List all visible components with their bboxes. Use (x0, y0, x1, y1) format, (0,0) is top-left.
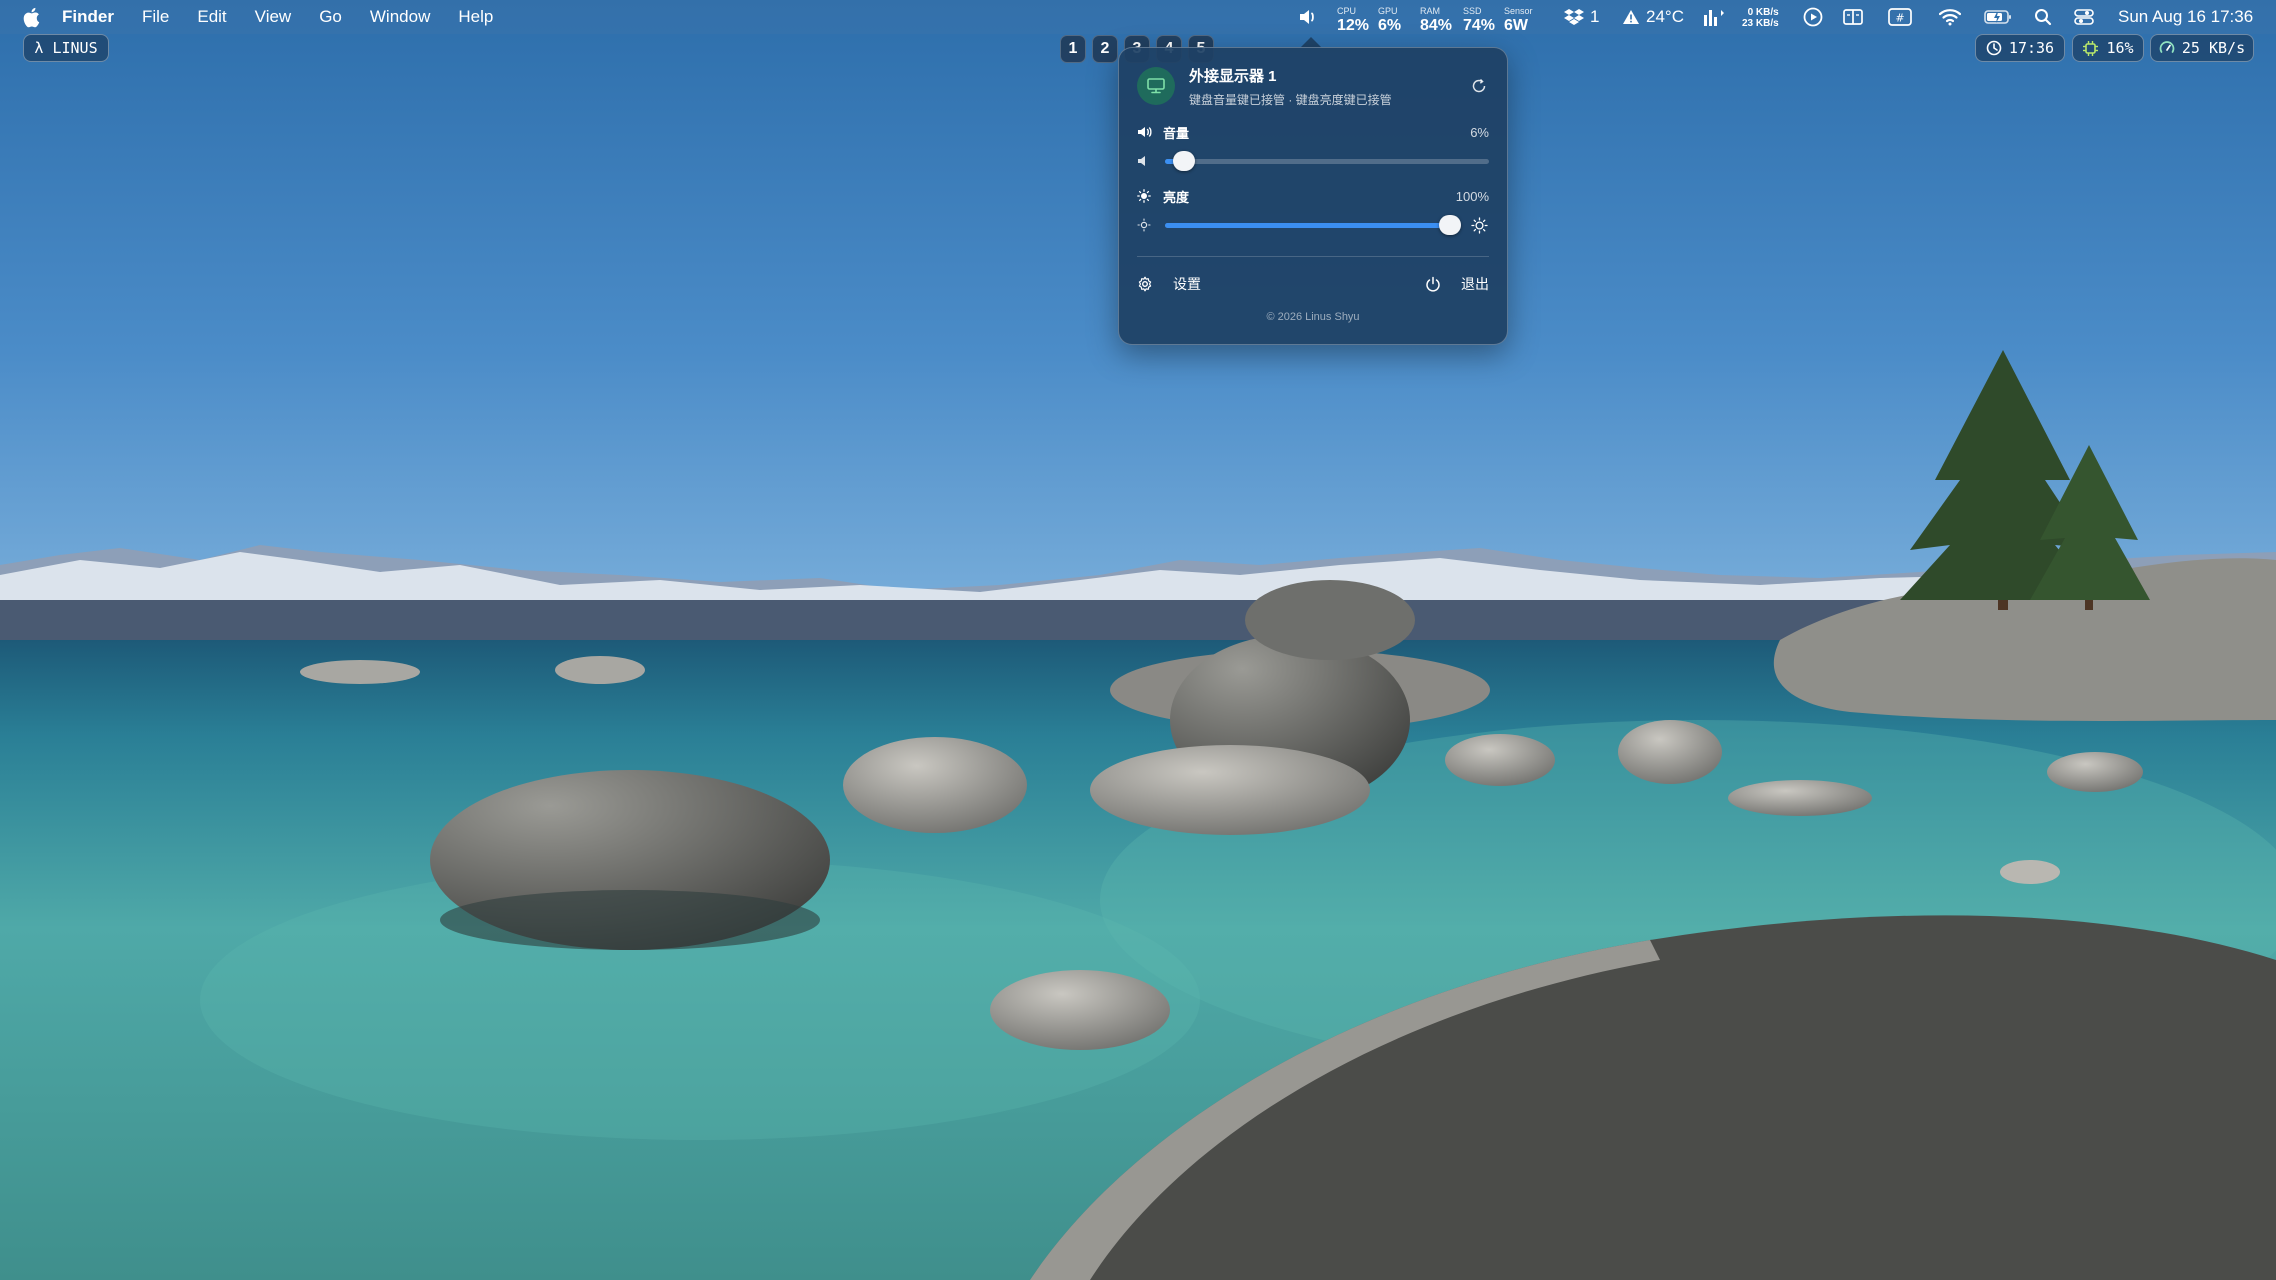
popup-footer: 设置 退出 (1137, 273, 1489, 295)
display-name: 外接显示器 1 (1189, 67, 1277, 85)
sun-low-icon (1137, 218, 1153, 232)
control-center-icon[interactable] (2072, 0, 2096, 34)
speaker-icon[interactable] (1296, 0, 1320, 34)
sun-high-icon (1471, 216, 1489, 234)
svg-text:#: # (1895, 12, 1904, 25)
network-speed-status[interactable]: 0 KB/s 23 KB/s (1742, 0, 1779, 34)
display-status-text: 键盘音量键已接管 · 键盘亮度键已接管 (1189, 92, 1392, 107)
speaker-icon (1137, 125, 1153, 139)
workspace-2[interactable]: 2 (1092, 35, 1118, 63)
volume-row: 音量 6% (1137, 123, 1489, 141)
dropbox-status[interactable]: 1 (1564, 0, 1599, 34)
wifi-icon[interactable] (1937, 0, 1963, 34)
quit-label: 退出 (1461, 276, 1489, 292)
search-icon[interactable] (2032, 0, 2054, 34)
cpu-chip-icon (2082, 40, 2099, 57)
menu-edit[interactable]: Edit (197, 0, 226, 34)
popup-header: 外接显示器 1 键盘音量键已接管 · 键盘亮度键已接管 (1137, 66, 1489, 107)
menu-bar: Finder File Edit View Go Window Help CPU… (0, 0, 2276, 34)
volume-slider-row (1137, 150, 1489, 172)
sensor-stat[interactable]: Sensor 6W (1504, 0, 1533, 34)
menubar-datetime[interactable]: Sun Aug 16 17:36 (2118, 0, 2253, 34)
gpu-stat[interactable]: GPU 6% (1378, 0, 1401, 34)
warning-icon (1622, 9, 1640, 25)
ssd-stat[interactable]: SSD 74% (1463, 0, 1495, 34)
volume-percent: 6% (1470, 124, 1489, 140)
brightness-row: 亮度 100% (1137, 187, 1489, 205)
brightness-slider-fill (1165, 222, 1451, 228)
refresh-icon[interactable] (1469, 76, 1489, 96)
menu-window[interactable]: Window (370, 0, 430, 34)
copyright-text: © 2026 Linus Shyu (1266, 311, 1360, 323)
sun-icon (1137, 189, 1153, 203)
brightness-slider-row (1137, 214, 1489, 236)
cpu-pill[interactable]: 16% (2072, 34, 2144, 62)
gear-icon (1137, 276, 1163, 292)
settings-label: 设置 (1173, 276, 1201, 292)
display-icon (1137, 67, 1175, 105)
gauge-icon (2159, 40, 2175, 56)
shortcut-icon[interactable]: # (1887, 0, 1913, 34)
network-pill[interactable]: 25 KB/s (2150, 34, 2254, 62)
user-pill[interactable]: λ LINUS (23, 34, 109, 62)
display-control-popup: 外接显示器 1 键盘音量键已接管 · 键盘亮度键已接管 音量 6% 亮度 100… (1118, 47, 1508, 345)
power-icon (1425, 276, 1451, 292)
brightness-slider[interactable] (1165, 214, 1462, 235)
brightness-percent: 100% (1455, 188, 1489, 204)
popup-divider (1137, 256, 1489, 257)
split-view-icon[interactable] (1842, 0, 1864, 34)
cpu-stat[interactable]: CPU 12% (1337, 0, 1369, 34)
volume-slider[interactable] (1165, 150, 1489, 171)
menu-view[interactable]: View (255, 0, 292, 34)
menu-help[interactable]: Help (458, 0, 493, 34)
temperature-status[interactable]: 24°C (1622, 0, 1684, 34)
volume-slider-knob[interactable] (1173, 150, 1196, 171)
brightness-slider-knob[interactable] (1439, 214, 1462, 235)
workspace-1[interactable]: 1 (1060, 35, 1086, 63)
activity-icon[interactable] (1702, 0, 1726, 34)
battery-icon[interactable] (1983, 0, 2013, 34)
dropbox-icon (1564, 8, 1584, 26)
menu-app-finder[interactable]: Finder (62, 0, 114, 34)
apple-icon[interactable] (22, 6, 42, 28)
clock-icon (1986, 40, 2002, 56)
menu-file[interactable]: File (142, 0, 169, 34)
clock-pill[interactable]: 17:36 (1975, 34, 2065, 62)
menu-go[interactable]: Go (319, 0, 342, 34)
volume-label: 音量 (1163, 125, 1190, 141)
play-icon[interactable] (1802, 0, 1824, 34)
brightness-label: 亮度 (1163, 189, 1190, 205)
settings-button[interactable]: 设置 (1137, 274, 1201, 294)
speaker-mute-icon (1137, 154, 1153, 168)
quit-button[interactable]: 退出 (1425, 274, 1489, 294)
ram-stat[interactable]: RAM 84% (1420, 0, 1452, 34)
